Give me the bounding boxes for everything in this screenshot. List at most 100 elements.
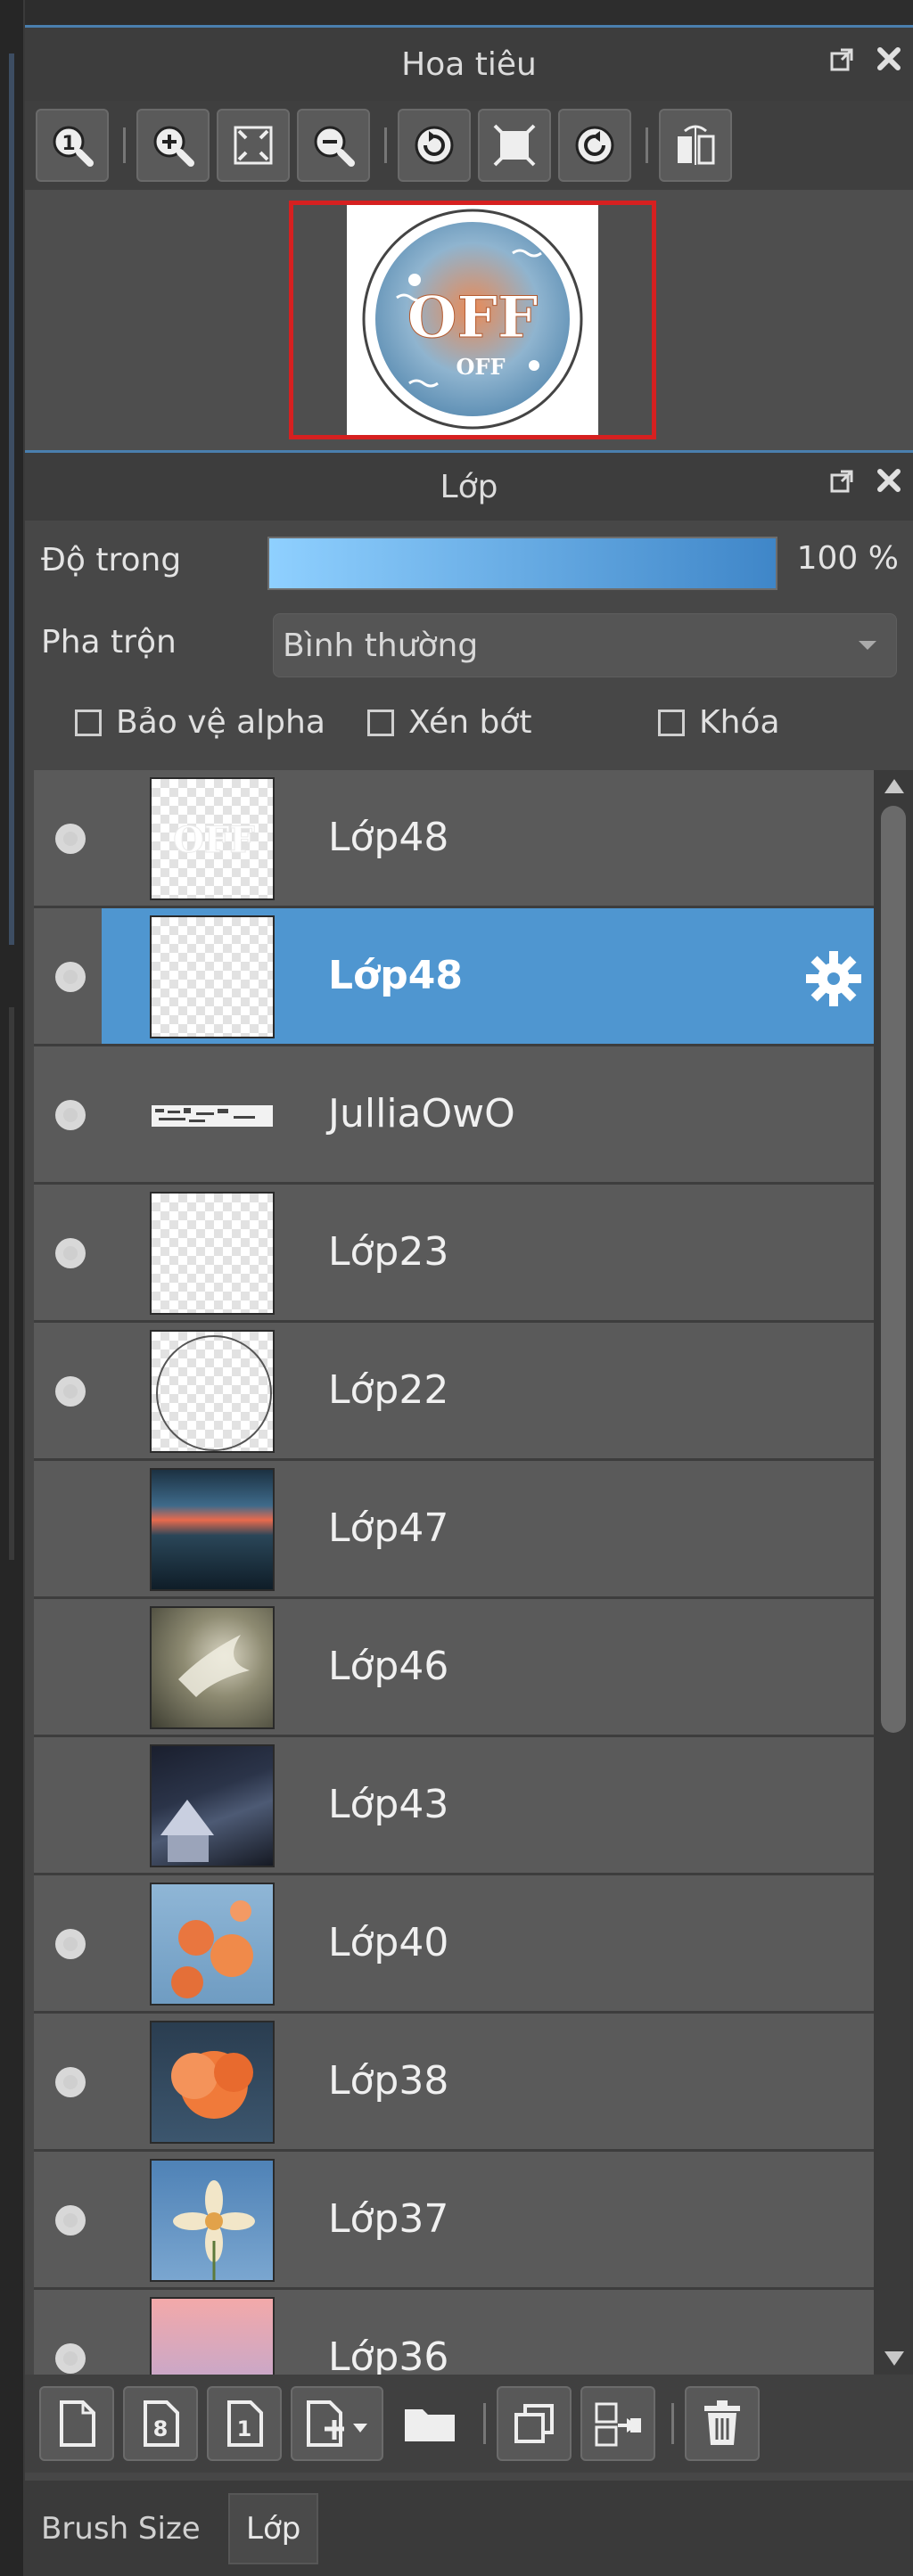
checkbox-box[interactable] bbox=[658, 709, 685, 736]
svg-text:1: 1 bbox=[237, 2416, 252, 2441]
layer-name: Lớp38 bbox=[328, 2058, 449, 2104]
layer-name: Lớp46 bbox=[328, 1644, 449, 1689]
zoom-actual-icon[interactable]: 1 bbox=[36, 109, 109, 182]
layer-thumbnail bbox=[150, 1883, 275, 2006]
scrollbar-thumb[interactable] bbox=[881, 806, 906, 1733]
blend-mode-select[interactable]: Bình thường bbox=[273, 613, 897, 677]
navigator-viewport-frame[interactable]: OFF OFF bbox=[289, 201, 656, 439]
layer-row[interactable]: Lớp40 bbox=[34, 1875, 874, 2014]
visibility-eye-icon[interactable] bbox=[55, 1376, 86, 1407]
layer-panel-header: Lớp bbox=[25, 453, 913, 521]
popout-icon[interactable] bbox=[827, 44, 858, 74]
layer-list-scrollbar[interactable] bbox=[874, 770, 913, 2375]
new-layer-icon[interactable] bbox=[39, 2386, 114, 2461]
layer-thumbnail bbox=[150, 1330, 275, 1453]
navigator-title: Hoa tiêu bbox=[401, 45, 537, 83]
layer-thumbnail bbox=[150, 1606, 275, 1729]
layer-name: JulliaOwO bbox=[328, 1091, 515, 1136]
delete-icon[interactable] bbox=[685, 2386, 760, 2461]
layer-row-selected[interactable]: Lớp48 bbox=[34, 908, 874, 1046]
navigator-header: Hoa tiêu bbox=[25, 28, 913, 101]
navigator-toolbar: 1 bbox=[25, 101, 913, 190]
layer-thumbnail bbox=[150, 1468, 275, 1591]
fit-screen-icon[interactable] bbox=[217, 109, 290, 182]
layer-list: OFF Lớp48 Lớp48 JulliaOwO Lớp23 Lớp22 Lớ… bbox=[34, 770, 874, 2375]
checkbox-box[interactable] bbox=[367, 709, 394, 736]
navigator-canvas-thumbnail: OFF OFF bbox=[347, 205, 598, 435]
layer-thumbnail: OFF bbox=[150, 777, 275, 900]
svg-text:OFF: OFF bbox=[173, 819, 255, 861]
duplicate-layer-icon[interactable] bbox=[497, 2386, 572, 2461]
opacity-label: Độ trong bbox=[41, 542, 182, 578]
layer-thumbnail bbox=[150, 2021, 275, 2144]
layer-row[interactable]: Lớp43 bbox=[34, 1737, 874, 1875]
layer-row[interactable]: Lớp23 bbox=[34, 1185, 874, 1323]
zoom-in-icon[interactable] bbox=[136, 109, 210, 182]
left-edge-strip bbox=[0, 0, 25, 2576]
chevron-down-icon bbox=[859, 641, 876, 650]
layer-panel: Lớp Độ trong 100 % Pha trộn Bình thường … bbox=[25, 450, 913, 2576]
clipping-checkbox[interactable]: Xén bớt bbox=[367, 704, 531, 741]
app-window: Hoa tiêu 1 OFF OFF Lớp Độ trong 100 % Ph… bbox=[0, 0, 913, 2576]
popout-icon[interactable] bbox=[827, 465, 858, 496]
layer-row[interactable]: Lớp36 bbox=[34, 2290, 874, 2375]
svg-text:8: 8 bbox=[153, 2416, 169, 2441]
zoom-out-icon[interactable] bbox=[297, 109, 370, 182]
layer-row[interactable]: JulliaOwO bbox=[34, 1046, 874, 1185]
layer-panel-title: Lớp bbox=[440, 468, 498, 505]
blend-mode-value: Bình thường bbox=[283, 627, 479, 664]
checkbox-box[interactable] bbox=[75, 709, 102, 736]
layer-name: Lớp43 bbox=[328, 1782, 449, 1827]
layer-name: Lớp48 bbox=[328, 953, 463, 998]
layer-options: Bảo vệ alpha Xén bớt Khóa bbox=[48, 704, 904, 749]
new-1bit-layer-icon[interactable]: 1 bbox=[207, 2386, 282, 2461]
layer-row[interactable]: Lớp47 bbox=[34, 1461, 874, 1599]
visibility-eye-icon[interactable] bbox=[55, 962, 86, 992]
rotate-left-icon[interactable] bbox=[398, 109, 471, 182]
opacity-value: 100 % bbox=[796, 540, 899, 577]
gear-icon[interactable] bbox=[802, 948, 865, 1010]
layer-thumbnail bbox=[150, 2297, 275, 2375]
rotate-right-icon[interactable] bbox=[558, 109, 631, 182]
scroll-up-icon[interactable] bbox=[884, 779, 904, 793]
navigator-panel: Hoa tiêu 1 OFF OFF bbox=[25, 25, 913, 451]
merge-down-icon[interactable] bbox=[580, 2386, 655, 2461]
layer-row[interactable]: Lớp46 bbox=[34, 1599, 874, 1737]
visibility-eye-icon[interactable] bbox=[55, 2343, 86, 2374]
layer-row[interactable]: Lớp37 bbox=[34, 2152, 874, 2290]
scroll-down-icon[interactable] bbox=[884, 2351, 904, 2366]
layer-name: Lớp37 bbox=[328, 2196, 449, 2242]
blend-label: Pha trộn bbox=[41, 624, 177, 660]
layer-thumbnail bbox=[150, 2159, 275, 2282]
protect-alpha-checkbox[interactable]: Bảo vệ alpha bbox=[75, 704, 325, 741]
layer-thumbnail bbox=[150, 1744, 275, 1867]
layer-row[interactable]: Lớp22 bbox=[34, 1323, 874, 1461]
opacity-slider[interactable] bbox=[267, 537, 777, 590]
layer-name: Lớp40 bbox=[328, 1920, 449, 1965]
navigator-preview[interactable]: OFF OFF bbox=[25, 190, 913, 451]
new-8bit-layer-icon[interactable]: 8 bbox=[123, 2386, 198, 2461]
layer-row[interactable]: Lớp38 bbox=[34, 2014, 874, 2152]
folder-icon[interactable] bbox=[392, 2386, 467, 2461]
visibility-eye-icon[interactable] bbox=[55, 1238, 86, 1268]
flip-horizontal-icon[interactable] bbox=[659, 109, 732, 182]
lock-checkbox[interactable]: Khóa bbox=[658, 704, 780, 741]
visibility-eye-icon[interactable] bbox=[55, 2205, 86, 2236]
lock-label: Khóa bbox=[699, 704, 780, 741]
close-icon[interactable] bbox=[874, 465, 904, 496]
visibility-eye-icon[interactable] bbox=[55, 1100, 86, 1130]
layer-name: Lớp48 bbox=[328, 815, 449, 860]
clipping-label: Xén bớt bbox=[408, 704, 532, 741]
close-icon[interactable] bbox=[874, 44, 904, 74]
visibility-eye-icon[interactable] bbox=[55, 824, 86, 854]
preview-subtitle-text: OFF bbox=[456, 354, 506, 380]
fit-frame-icon[interactable] bbox=[478, 109, 551, 182]
visibility-eye-icon[interactable] bbox=[55, 2067, 86, 2097]
layer-name: Lớp22 bbox=[328, 1367, 449, 1413]
tab-layer[interactable]: Lớp bbox=[228, 2493, 319, 2564]
tab-brush-size[interactable]: Brush Size bbox=[25, 2493, 217, 2564]
visibility-eye-icon[interactable] bbox=[55, 1929, 86, 1959]
add-layer-menu-icon[interactable] bbox=[291, 2386, 383, 2461]
preview-title-text: OFF bbox=[407, 284, 539, 351]
layer-row[interactable]: OFF Lớp48 bbox=[34, 770, 874, 908]
